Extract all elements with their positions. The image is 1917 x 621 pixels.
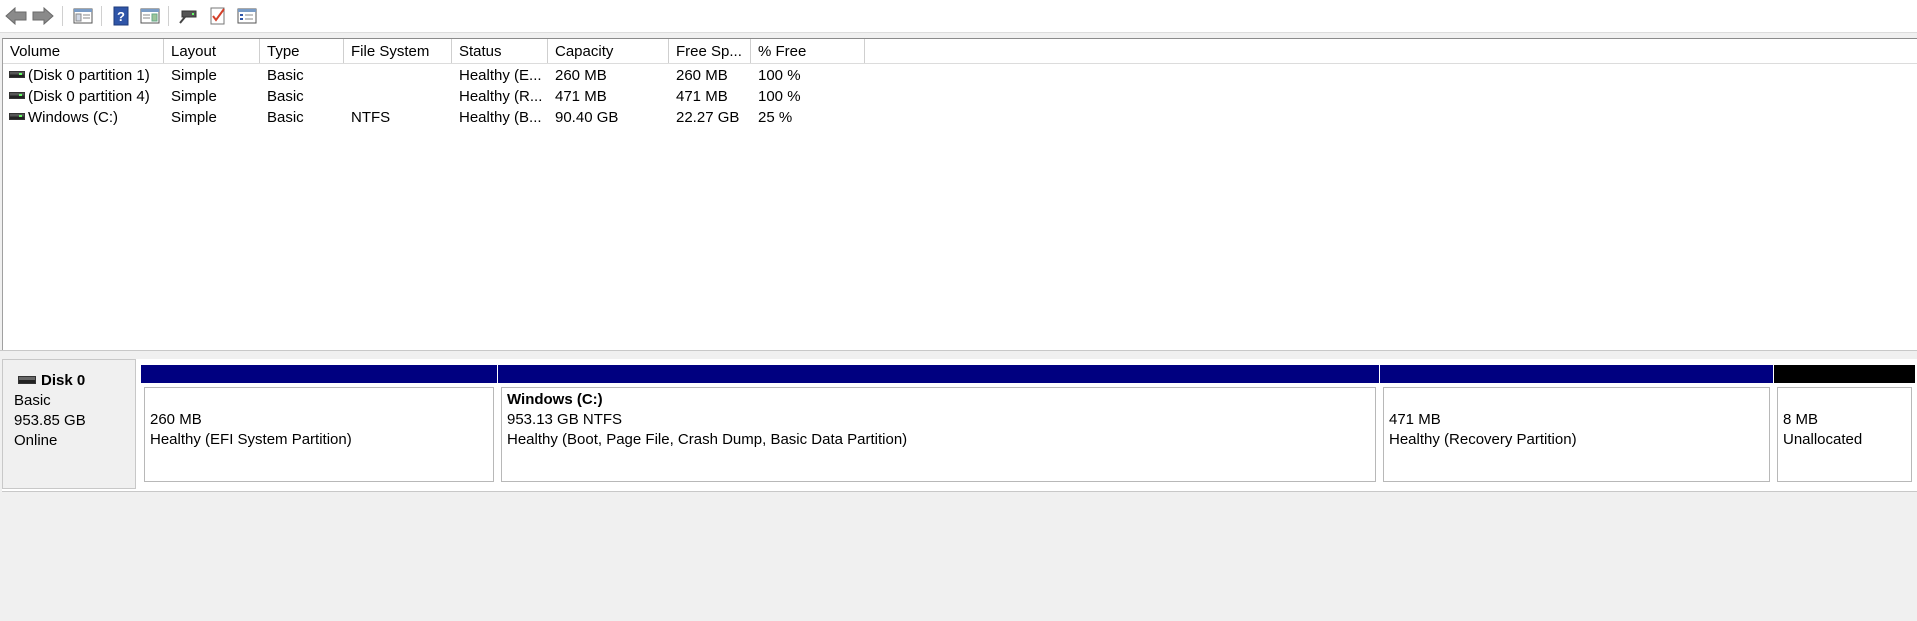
cell-status: Healthy (R... (459, 88, 543, 105)
disk-icon (18, 376, 36, 384)
cell-percent-free: 25 % (758, 109, 793, 126)
partition-recovery[interactable]: 471 MB Healthy (Recovery Partition) (1380, 365, 1773, 483)
show-hide-action-pane-icon[interactable] (138, 4, 162, 28)
column-header-free-space[interactable]: Free Sp... (669, 39, 751, 63)
cell-capacity: 260 MB (555, 67, 607, 84)
partition-status: Healthy (Boot, Page File, Crash Dump, Ba… (507, 431, 908, 448)
partition-body: Windows (C:) 953.13 GB NTFS Healthy (Boo… (501, 387, 1376, 482)
column-header-volume[interactable]: Volume (3, 39, 164, 63)
partition-size: 471 MB (1389, 411, 1441, 428)
svg-text:?: ? (117, 9, 125, 24)
cell-free-space: 22.27 GB (676, 109, 740, 126)
partition-unallocated[interactable]: 8 MB Unallocated (1774, 365, 1915, 483)
column-header-status[interactable]: Status (452, 39, 548, 63)
column-header-percent-free[interactable]: % Free (751, 39, 865, 63)
table-row[interactable]: (Disk 0 partition 1) Simple Basic Health… (3, 65, 1917, 86)
cell-layout: Simple (171, 88, 217, 105)
pane-splitter[interactable] (0, 350, 1917, 357)
partition-title: Windows (C:) (507, 391, 603, 408)
cell-status: Healthy (B... (459, 109, 542, 126)
column-header-file-system[interactable]: File System (344, 39, 452, 63)
partition-efi[interactable]: 260 MB Healthy (EFI System Partition) (141, 365, 497, 483)
partition-size: 953.13 GB NTFS (507, 411, 623, 428)
disk-label[interactable]: Disk 0 Basic 953.85 GB Online (2, 359, 136, 489)
partition-bar (141, 365, 497, 383)
partition-bar (1380, 365, 1773, 383)
table-row[interactable]: (Disk 0 partition 4) Simple Basic Health… (3, 86, 1917, 107)
column-header-capacity[interactable]: Capacity (548, 39, 669, 63)
partition-status: Healthy (EFI System Partition) (150, 431, 352, 448)
cell-file-system: NTFS (351, 109, 391, 126)
properties-icon[interactable] (235, 4, 259, 28)
volume-list-header: Volume Layout Type File System Status Ca… (3, 39, 1917, 64)
cell-percent-free: 100 % (758, 88, 801, 105)
disk-type: Basic (14, 392, 51, 409)
show-hide-console-tree-icon[interactable] (71, 4, 95, 28)
forward-arrow-icon[interactable] (31, 4, 55, 28)
cell-type: Basic (267, 88, 304, 105)
volume-list: Volume Layout Type File System Status Ca… (2, 38, 1917, 351)
disk-size: 953.85 GB (14, 412, 86, 429)
cell-layout: Simple (171, 67, 217, 84)
back-arrow-icon[interactable] (4, 4, 28, 28)
disk-status: Online (14, 432, 58, 449)
partition-size: 8 MB (1783, 411, 1819, 428)
cell-percent-free: 100 % (758, 67, 801, 84)
partition-bar (498, 365, 1379, 383)
toolbar-separator (62, 6, 63, 26)
cell-status: Healthy (E... (459, 67, 542, 84)
partition-bar (1774, 365, 1915, 383)
partition-size: 260 MB (150, 411, 202, 428)
volume-icon (9, 71, 25, 78)
help-icon[interactable]: ? (109, 4, 133, 28)
partition-windows-c[interactable]: Windows (C:) 953.13 GB NTFS Healthy (Boo… (498, 365, 1379, 483)
cell-capacity: 90.40 GB (555, 109, 619, 126)
checklist-icon[interactable] (206, 4, 230, 28)
cell-type: Basic (267, 109, 304, 126)
cell-volume: (Disk 0 partition 4) (28, 88, 150, 105)
cell-layout: Simple (171, 109, 217, 126)
partition-status: Healthy (Recovery Partition) (1389, 431, 1577, 448)
toolbar-separator (101, 6, 102, 26)
cell-capacity: 471 MB (555, 88, 607, 105)
disk-row[interactable]: Disk 0 Basic 953.85 GB Online 260 MB Hea… (2, 359, 1917, 491)
toolbar-separator (168, 6, 169, 26)
toolbar: ? (0, 0, 1917, 33)
cell-volume: (Disk 0 partition 1) (28, 67, 150, 84)
cell-type: Basic (267, 67, 304, 84)
partition-body: 8 MB Unallocated (1777, 387, 1912, 482)
connect-disk-icon[interactable] (176, 4, 200, 28)
disk-name: Disk 0 (41, 372, 86, 389)
column-header-layout[interactable]: Layout (164, 39, 260, 63)
volume-icon (9, 113, 25, 120)
cell-free-space: 260 MB (676, 67, 728, 84)
empty-disk-area (2, 491, 1917, 621)
partition-body: 471 MB Healthy (Recovery Partition) (1383, 387, 1770, 482)
cell-volume: Windows (C:) (28, 109, 119, 126)
column-header-type[interactable]: Type (260, 39, 344, 63)
partition-body: 260 MB Healthy (EFI System Partition) (144, 387, 494, 482)
table-row[interactable]: Windows (C:) Simple Basic NTFS Healthy (… (3, 107, 1917, 128)
cell-free-space: 471 MB (676, 88, 728, 105)
volume-icon (9, 92, 25, 99)
partition-status: Unallocated (1783, 431, 1863, 448)
